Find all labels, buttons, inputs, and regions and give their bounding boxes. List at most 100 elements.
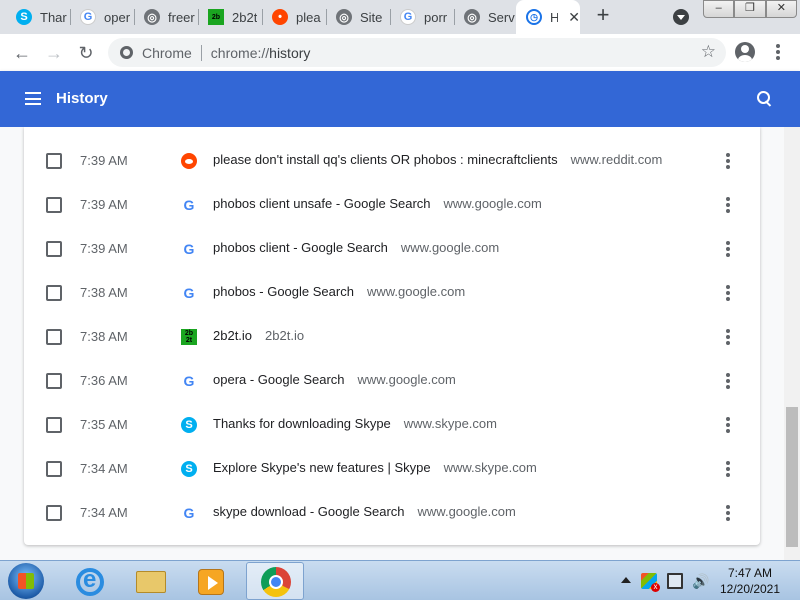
visit-time: 7:39 AM [80,153,128,168]
row-checkbox[interactable] [46,461,62,477]
entry-link[interactable]: Thanks for downloading Skype www.skype.co… [213,416,497,431]
tab-6[interactable]: G porr [390,0,454,34]
row-checkbox[interactable] [46,373,62,389]
tab-4[interactable]: • plea [262,0,326,34]
close-tab-icon[interactable]: ✕ [568,9,580,26]
taskbar-chrome[interactable] [246,562,304,600]
start-button[interactable] [8,563,44,599]
chrome-page-icon[interactable] [120,46,133,59]
tab-title: Serv [488,9,515,25]
new-tab-button[interactable]: + [592,4,614,27]
google-icon: G [183,373,195,389]
menu-icon[interactable] [25,92,41,105]
page-scrollbar[interactable] [784,127,800,560]
clock-time: 7:47 AM [727,566,773,580]
browser-toolbar: ← → ↻ Chrome chrome://history ☆ [0,34,800,71]
volume-icon[interactable]: 🔊 [692,573,709,589]
entry-link[interactable]: phobos client - Google Search www.google.… [213,240,499,255]
history-row[interactable]: 7:34 AM S Explore Skype's new features |… [24,447,760,491]
forward-button[interactable]: → [42,41,66,65]
entry-link[interactable]: 2b2t.io 2b2t.io [213,328,304,343]
row-menu-button[interactable] [726,241,730,257]
row-menu-button[interactable] [726,417,730,433]
entry-link[interactable]: please don't install qq's clients OR pho… [213,152,662,167]
taskbar-internet-explorer[interactable] [62,562,120,600]
entry-domain: www.google.com [417,504,516,519]
network-icon[interactable] [667,573,683,589]
history-row[interactable]: 7:38 AM 2b 2t 2b2t.io 2b2t.io [24,315,760,359]
tab-title: porr [424,9,448,25]
page-title: History [56,90,108,107]
row-menu-button[interactable] [726,285,730,301]
entry-title: phobos client - Google Search [213,240,388,255]
action-center-flag-icon[interactable] [641,573,660,592]
taskbar-file-explorer[interactable] [122,562,180,600]
row-checkbox[interactable] [46,417,62,433]
2b2t-icon: 2b [208,9,224,25]
close-window-button[interactable]: ✕ [765,0,797,18]
tab-0[interactable]: S Thar [6,0,70,34]
folder-icon [136,571,166,593]
address-bar[interactable]: Chrome chrome://history ☆ [108,38,726,67]
row-menu-button[interactable] [726,153,730,169]
url-text[interactable]: chrome://history [211,45,311,61]
visit-time: 7:38 AM [80,285,128,300]
tab-7[interactable]: ◎ Serv [454,0,516,34]
entry-domain: www.reddit.com [570,152,663,167]
tab-2[interactable]: ◎ freer [134,0,198,34]
tab-title: freer [168,9,195,25]
restore-button[interactable]: ❐ [734,0,766,18]
entry-domain: www.skype.com [403,416,497,431]
history-row[interactable]: 7:34 AM G skype download - Google Search… [24,491,760,535]
tab-search-button[interactable] [673,9,689,25]
show-hidden-icons-button[interactable] [621,577,631,583]
bookmark-star-icon[interactable]: ☆ [701,42,716,62]
row-menu-button[interactable] [726,329,730,345]
row-menu-button[interactable] [726,373,730,389]
entry-link[interactable]: phobos - Google Search www.google.com [213,284,465,299]
row-checkbox[interactable] [46,197,62,213]
row-checkbox[interactable] [46,241,62,257]
entry-domain: 2b2t.io [265,328,305,343]
chrome-menu-button[interactable] [776,44,780,60]
profile-avatar[interactable] [735,42,755,62]
history-row[interactable]: 7:39 AM G phobos client unsafe - Google … [24,183,760,227]
search-icon[interactable] [757,91,773,107]
scrollbar-thumb[interactable] [786,407,798,547]
reload-button[interactable]: ↻ [74,41,98,65]
visit-time: 7:39 AM [80,197,128,212]
tab-history-active[interactable]: ◷ H ✕ [516,0,580,34]
row-checkbox[interactable] [46,505,62,521]
entry-link[interactable]: opera - Google Search www.google.com [213,372,456,387]
history-row[interactable]: 7:36 AM G opera - Google Search www.googl… [24,359,760,403]
entry-link[interactable]: skype download - Google Search www.google… [213,504,516,519]
history-row[interactable]: 7:39 AM G phobos client - Google Search w… [24,227,760,271]
minimize-button[interactable]: – [703,0,735,18]
globe-icon: ◎ [144,9,160,25]
history-content: 7:39 AM please don't install qq's client… [0,127,800,560]
tab-3[interactable]: 2b 2b2t [198,0,262,34]
windows-taskbar: 🔊 7:47 AM 12/20/2021 [0,560,800,600]
entry-link[interactable]: phobos client unsafe - Google Search www.… [213,196,542,211]
tab-title: Site [360,9,383,25]
history-row[interactable]: 7:38 AM G phobos - Google Search www.goog… [24,271,760,315]
chrome-icon [261,567,291,597]
tab-1[interactable]: G oper [70,0,134,34]
system-clock[interactable]: 7:47 AM 12/20/2021 [714,565,786,597]
row-checkbox[interactable] [46,285,62,301]
history-row[interactable]: 7:39 AM please don't install qq's client… [24,139,760,183]
taskbar-media-player[interactable] [182,562,240,600]
row-menu-button[interactable] [726,461,730,477]
media-player-icon [198,569,224,595]
entry-title: phobos - Google Search [213,284,354,299]
window-controls: – ❐ ✕ [703,0,797,18]
row-checkbox[interactable] [46,329,62,345]
back-button[interactable]: ← [10,41,34,65]
tab-title: 2b2t [232,9,258,25]
row-menu-button[interactable] [726,505,730,521]
row-menu-button[interactable] [726,197,730,213]
entry-link[interactable]: Explore Skype's new features | Skype www.… [213,460,537,475]
history-row[interactable]: 7:35 AM S Thanks for downloading Skype ww… [24,403,760,447]
tab-5[interactable]: ◎ Site [326,0,390,34]
row-checkbox[interactable] [46,153,62,169]
